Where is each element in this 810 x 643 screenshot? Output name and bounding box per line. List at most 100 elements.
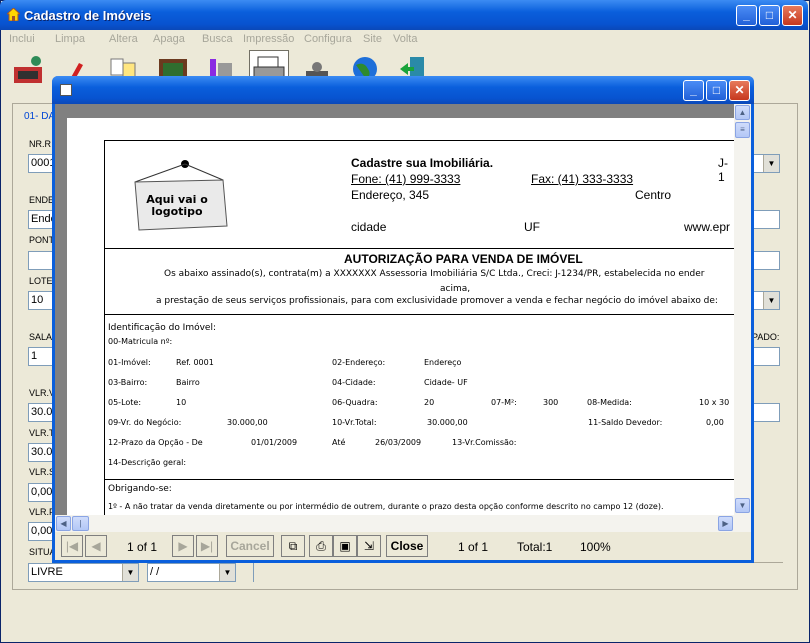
vertical-scrollbar[interactable]: ▲ ≡ ▼ [734, 104, 751, 515]
logo-text: Aqui vai o logotipo [146, 193, 208, 218]
right-select-1[interactable]: ▼ [753, 154, 780, 173]
nr-label: NR.R [29, 139, 51, 149]
menu-apaga[interactable]: Apaga [153, 33, 185, 45]
date-select[interactable]: / / ▼ [147, 563, 236, 582]
hscroll-thumb[interactable]: | [72, 516, 89, 531]
tab-dados[interactable]: 01- DA [24, 111, 55, 122]
scroll-right-icon[interactable]: ▶ [718, 516, 733, 531]
menu-altera[interactable]: Altera [109, 33, 138, 45]
vlrt-label: VLR.T [29, 428, 55, 438]
prev-page-icon[interactable]: ◀ [85, 535, 107, 557]
ate-value: 26/03/2009 [375, 438, 422, 447]
scroll-down-icon[interactable]: ▼ [735, 498, 750, 513]
lote-label: LOTE [29, 276, 53, 286]
chevron-down-icon[interactable]: ▼ [122, 564, 138, 581]
scroll-left-icon[interactable]: ◀ [56, 516, 71, 531]
zoom-page-icon[interactable]: ⧉ [281, 535, 305, 557]
menu-impressao[interactable]: Impressão [243, 33, 294, 45]
cancel-button[interactable]: Cancel [226, 535, 274, 557]
right-field-2[interactable] [753, 251, 780, 270]
preview-close-button[interactable]: ✕ [729, 80, 750, 101]
chevron-down-icon[interactable]: ▼ [763, 155, 779, 172]
preview-app-icon [60, 84, 72, 96]
preview-title-bar[interactable]: _ □ ✕ [52, 76, 754, 104]
new-record-icon [14, 56, 42, 83]
endereco-label: 02-Endereço: [332, 358, 386, 367]
close-button[interactable]: ✕ [782, 5, 803, 26]
quadra-label: 06-Quadra: [332, 398, 378, 407]
last-page-icon[interactable]: ▶| [196, 535, 218, 557]
right-field-4[interactable] [753, 403, 780, 422]
company-uf: UF [524, 220, 540, 234]
situ-value: LIVRE [31, 566, 63, 578]
zoom-level: 100% [580, 540, 611, 554]
preview-minimize-button[interactable]: _ [683, 80, 704, 101]
save-icon[interactable]: ▣ [333, 535, 357, 557]
prazo-label: 12-Prazo da Opção - De [108, 438, 203, 447]
clause-1: 1º - A não tratar da venda diretamente o… [108, 502, 664, 511]
next-page-icon[interactable]: ▶ [172, 535, 194, 557]
maximize-button[interactable]: □ [759, 5, 780, 26]
scroll-up-icon[interactable]: ▲ [735, 105, 750, 120]
export-icon[interactable]: ⇲ [357, 535, 381, 557]
saldo-value: 0,00 [706, 418, 724, 427]
chevron-down-icon[interactable]: ▼ [219, 564, 235, 581]
ende-label: ENDE [29, 195, 55, 205]
total-value: 30.000,00 [427, 418, 468, 427]
lote-value-doc: 10 [176, 398, 187, 407]
horizontal-scrollbar[interactable]: ◀ | ▶ [55, 515, 751, 532]
close-report-button[interactable]: Close [386, 535, 428, 557]
window-title: Cadastro de Imóveis [24, 8, 152, 23]
saldo-label: 11-Saldo Devedor: [588, 418, 663, 427]
scroll-thumb[interactable]: ≡ [735, 122, 750, 138]
pont-label: PONT [29, 235, 55, 245]
new-record-button[interactable] [9, 50, 49, 94]
imovel-label: 01-Imóvel: [108, 358, 151, 367]
menu-bar: Inclui Limpa Altera Apaga Busca Impressã… [1, 30, 807, 49]
menu-busca[interactable]: Busca [202, 33, 233, 45]
vlrf-label: VLR.F [29, 507, 55, 517]
negocio-value: 30.000,00 [227, 418, 268, 427]
print-icon[interactable]: ⎙ [309, 535, 333, 557]
menu-limpa[interactable]: Limpa [55, 33, 85, 45]
ident-label: Identificação do Imóvel: [108, 323, 217, 333]
company-fax: Fax: (41) 333-3333 [531, 172, 634, 186]
situ-select[interactable]: LIVRE ▼ [28, 563, 139, 582]
first-page-icon[interactable]: |◀ [61, 535, 83, 557]
bairro-value: Bairro [176, 378, 200, 387]
chevron-down-icon[interactable]: ▼ [763, 292, 779, 309]
intro-line-2: acima, [440, 284, 471, 294]
right-field-3[interactable] [753, 347, 780, 366]
company-name: Cadastre sua Imobiliária. [351, 156, 494, 170]
ate-label: Até [332, 438, 346, 447]
obrig-label: Obrigando-se: [108, 484, 172, 494]
imovel-value: Ref. 0001 [176, 358, 214, 367]
house-icon [5, 7, 22, 22]
status-bar [1, 598, 807, 642]
preview-navbar: |◀ ◀ 1 of 1 ▶ ▶| Cancel ⧉ ⎙ ▣ ⇲ Close 1 … [55, 532, 751, 560]
medida-label: 08-Medida: [587, 398, 632, 407]
title-bar[interactable]: Cadastro de Imóveis _ □ ✕ [0, 0, 808, 30]
minimize-button[interactable]: _ [736, 5, 757, 26]
menu-volta[interactable]: Volta [393, 33, 417, 45]
lote-label-doc: 05-Lote: [108, 398, 142, 407]
doc-heading: AUTORIZAÇÃO PARA VENDA DE IMÓVEL [344, 252, 583, 266]
endereco-value: Endereço [424, 358, 462, 367]
date-value: / / [150, 566, 160, 578]
page-indicator: 1 of 1 [127, 540, 158, 554]
menu-inclui[interactable]: Inclui [9, 33, 35, 45]
company-fone: Fone: (41) 999-3333 [351, 172, 461, 186]
negocio-label: 09-Vr. do Negócio: [108, 418, 182, 427]
bairro-label: 03-Bairro: [108, 378, 148, 387]
preview-maximize-button[interactable]: □ [706, 80, 727, 101]
right-select-2[interactable]: ▼ [753, 291, 780, 310]
menu-site[interactable]: Site [363, 33, 382, 45]
menu-configura[interactable]: Configura [304, 33, 352, 45]
matricula-label: 00-Matricula nº: [108, 337, 173, 346]
report-line [104, 248, 734, 249]
intro-line-1: Os abaixo assinado(s), contrata(m) a XXX… [164, 269, 705, 279]
report-page: Aqui vai o logotipo Cadastre sua Imobili… [67, 118, 734, 515]
company-www: www.epr [684, 220, 731, 234]
cidade-label: 04-Cidade: [332, 378, 376, 387]
right-field-1[interactable] [753, 210, 780, 229]
